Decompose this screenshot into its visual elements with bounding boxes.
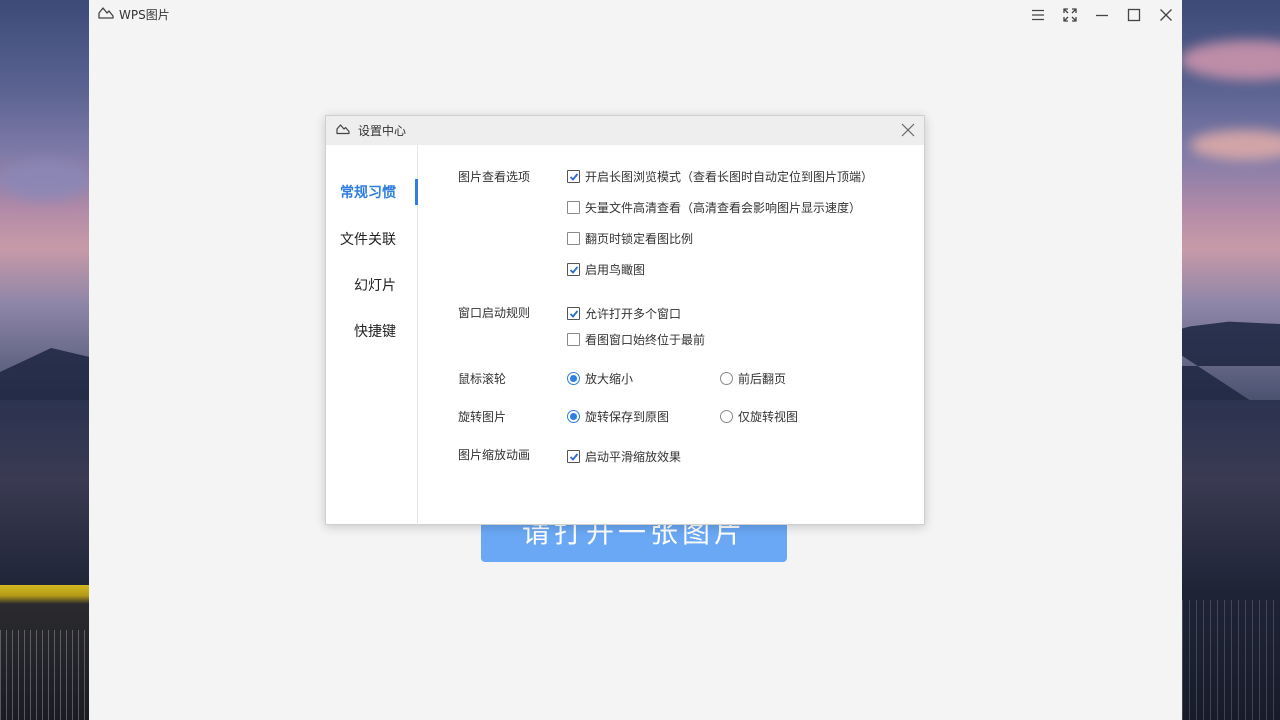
radio-unselected-icon — [720, 410, 733, 423]
dialog-title: 设置中心 — [358, 122, 406, 139]
group-label-mouse-wheel: 鼠标滚轮 — [458, 370, 506, 387]
checkbox-checked-icon — [567, 170, 580, 183]
checkbox-checked-icon — [567, 450, 580, 463]
checkbox-label: 允许打开多个窗口 — [585, 305, 681, 322]
radio-wheel-zoom[interactable]: 放大缩小 — [567, 370, 633, 387]
close-button[interactable] — [1150, 0, 1182, 30]
checkbox-unchecked-icon — [567, 232, 580, 245]
maximize-button[interactable] — [1118, 0, 1150, 30]
maximize-icon — [1127, 8, 1141, 22]
group-label-window-rules: 窗口启动规则 — [458, 304, 530, 321]
radio-label: 前后翻页 — [738, 370, 786, 387]
menu-button[interactable] — [1022, 0, 1054, 30]
close-icon — [901, 123, 915, 137]
checkbox-label: 翻页时锁定看图比例 — [585, 230, 693, 247]
nav-item-label: 快捷键 — [354, 321, 396, 341]
radio-label: 旋转保存到原图 — [585, 408, 669, 425]
checkbox-checked-icon — [567, 263, 580, 276]
app-logo-icon — [98, 6, 114, 23]
group-label-rotate: 旋转图片 — [458, 408, 506, 425]
minimize-button[interactable] — [1086, 0, 1118, 30]
nav-item-file-association[interactable]: 文件关联 — [325, 226, 417, 252]
wallpaper-reeds — [1182, 600, 1280, 720]
nav-item-label: 幻灯片 — [354, 275, 396, 295]
checkbox-label: 启用鸟瞰图 — [585, 261, 645, 278]
radio-wheel-page[interactable]: 前后翻页 — [720, 370, 786, 387]
radio-rotate-view-only[interactable]: 仅旋转视图 — [720, 408, 798, 425]
checkbox-long-image-mode[interactable]: 开启长图浏览模式（查看长图时自动定位到图片顶端） — [567, 168, 873, 185]
checkbox-birdseye[interactable]: 启用鸟瞰图 — [567, 261, 645, 278]
nav-item-slideshow[interactable]: 幻灯片 — [325, 272, 417, 298]
menu-icon — [1031, 9, 1045, 21]
nav-item-label: 文件关联 — [340, 229, 396, 249]
dialog-titlebar[interactable]: 设置中心 — [326, 116, 924, 145]
app-titlebar[interactable]: WPS图片 — [89, 0, 1182, 30]
wallpaper-cloud — [0, 160, 90, 200]
fullscreen-button[interactable] — [1054, 0, 1086, 30]
radio-label: 放大缩小 — [585, 370, 633, 387]
checkbox-label: 启动平滑缩放效果 — [585, 448, 681, 465]
nav-item-shortcuts[interactable]: 快捷键 — [325, 318, 417, 344]
checkbox-label: 看图窗口始终位于最前 — [585, 331, 705, 348]
radio-selected-icon — [567, 410, 580, 423]
group-label-zoom-animation: 图片缩放动画 — [458, 446, 530, 463]
checkbox-label: 矢量文件高清查看（高清查看会影响图片显示速度） — [585, 199, 861, 216]
settings-dialog: 设置中心 常规习惯 文件关联 幻灯片 快捷键 图片查看选项 开启长图浏览模式（查… — [325, 115, 925, 525]
minimize-icon — [1095, 8, 1109, 22]
dialog-logo-icon — [336, 123, 350, 138]
checkbox-always-on-top[interactable]: 看图窗口始终位于最前 — [567, 331, 705, 348]
group-label-view-options: 图片查看选项 — [458, 168, 530, 185]
checkbox-label: 开启长图浏览模式（查看长图时自动定位到图片顶端） — [585, 168, 873, 185]
checkbox-smooth-zoom[interactable]: 启动平滑缩放效果 — [567, 448, 681, 465]
radio-selected-icon — [567, 372, 580, 385]
app-title: WPS图片 — [119, 6, 170, 23]
nav-item-label: 常规习惯 — [340, 182, 396, 202]
checkbox-lock-ratio[interactable]: 翻页时锁定看图比例 — [567, 230, 693, 247]
fullscreen-icon — [1063, 8, 1077, 22]
dialog-close-button[interactable] — [898, 120, 918, 140]
checkbox-unchecked-icon — [567, 201, 580, 214]
checkbox-checked-icon — [567, 307, 580, 320]
checkbox-multi-window[interactable]: 允许打开多个窗口 — [567, 305, 681, 322]
checkbox-unchecked-icon — [567, 333, 580, 346]
radio-rotate-save[interactable]: 旋转保存到原图 — [567, 408, 669, 425]
close-icon — [1159, 8, 1173, 22]
settings-nav: 常规习惯 文件关联 幻灯片 快捷键 — [326, 145, 418, 525]
wallpaper-reeds — [0, 630, 90, 720]
checkbox-vector-hd[interactable]: 矢量文件高清查看（高清查看会影响图片显示速度） — [567, 199, 861, 216]
radio-label: 仅旋转视图 — [738, 408, 798, 425]
nav-item-general[interactable]: 常规习惯 — [325, 179, 417, 205]
radio-unselected-icon — [720, 372, 733, 385]
